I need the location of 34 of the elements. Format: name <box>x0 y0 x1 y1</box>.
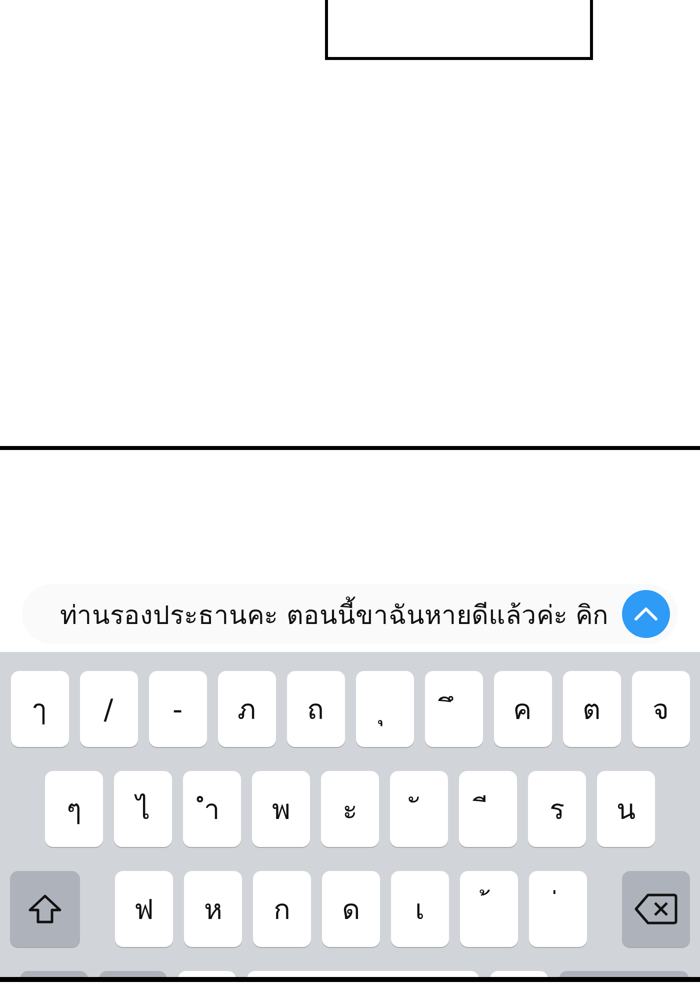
keyboard-key[interactable]: - <box>148 671 206 747</box>
keyboard-key[interactable]: ึ <box>424 671 482 747</box>
keyboard-key[interactable]: ุ <box>356 671 414 747</box>
keyboard-key[interactable]: ่ <box>529 871 587 947</box>
keyboard-key[interactable]: ด <box>322 871 380 947</box>
backspace-icon <box>634 893 678 925</box>
keyboard-key[interactable]: พ <box>252 771 310 847</box>
keyboard-key[interactable]: ร <box>528 771 586 847</box>
keyboard-key[interactable]: จ <box>632 671 690 747</box>
keyboard-key[interactable]: ถ <box>286 671 344 747</box>
keyboard-key[interactable]: / <box>80 671 138 747</box>
keyboard-key[interactable]: ห <box>184 871 242 947</box>
shift-key[interactable] <box>10 871 80 947</box>
keyboard-key[interactable]: ต <box>562 671 620 747</box>
shift-icon <box>28 894 62 924</box>
keyboard-key[interactable]: ำ <box>183 771 241 847</box>
keyboard-key[interactable]: ้ <box>460 871 518 947</box>
keyboard-key[interactable]: ภ <box>218 671 276 747</box>
keyboard-key[interactable]: ฟ <box>115 871 173 947</box>
keyboard-key[interactable]: ค <box>494 671 552 747</box>
keyboard-key[interactable]: ี <box>459 771 517 847</box>
message-field[interactable]: ท่านรองประธานคะ ตอนนี้ขาฉันหายดีแล้วค่ะ คิก <box>22 584 678 644</box>
delete-key[interactable] <box>622 871 690 947</box>
keyboard-key[interactable]: ะ <box>321 771 379 847</box>
keyboard-key[interactable]: ก <box>253 871 311 947</box>
message-text: ท่านรองประธานคะ ตอนนี้ขาฉันหายดีแล้วค่ะ คิก <box>60 594 609 634</box>
keyboard-key[interactable]: ๅ <box>10 671 68 747</box>
keyboard-key[interactable]: ไ <box>114 771 172 847</box>
keyboard-key[interactable]: ๆ <box>45 771 103 847</box>
keyboard-key[interactable]: เ <box>391 871 449 947</box>
send-button[interactable] <box>622 590 670 638</box>
keyboard-key[interactable]: น <box>597 771 655 847</box>
chevron-up-icon <box>634 607 658 621</box>
keyboard-key[interactable]: ั <box>390 771 448 847</box>
